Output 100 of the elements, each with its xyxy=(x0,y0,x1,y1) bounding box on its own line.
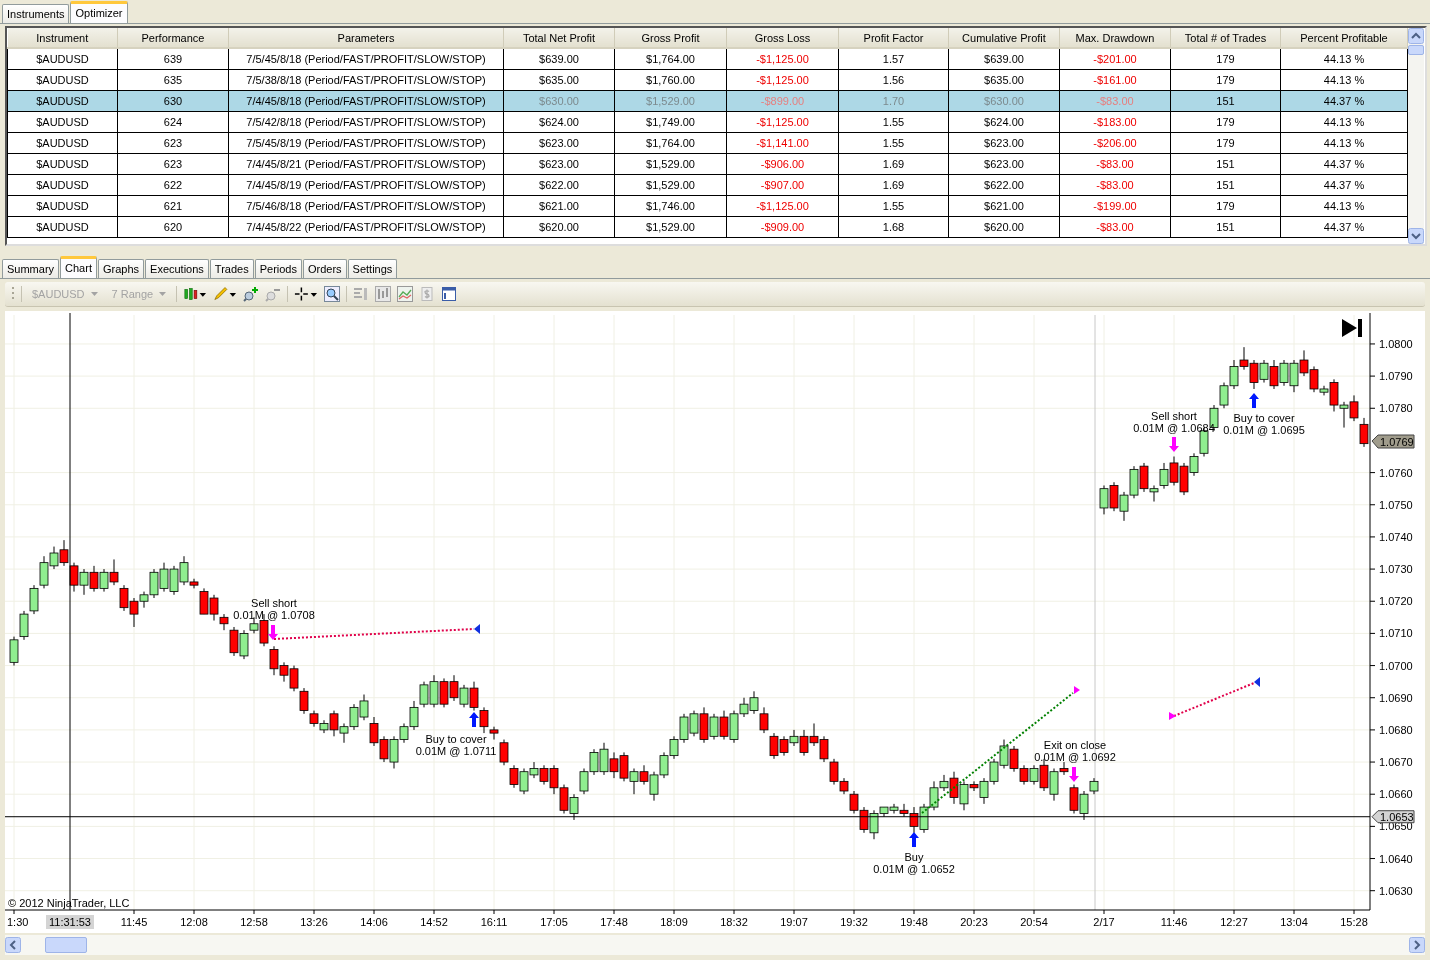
candle xyxy=(19,610,29,641)
scroll-up-icon[interactable] xyxy=(1408,28,1424,44)
view-tab[interactable]: Chart xyxy=(60,256,97,278)
result-row[interactable]: $AUDUSD 622 7/4/45/8/19 (Period/FAST/PROFIT/SLOW/STOP) $622.00 $1,529.00 -$907.00 1.69 $622.00 -$83.00 151 44.37 % xyxy=(7,174,1408,196)
table-cell: 1.57 xyxy=(838,48,949,70)
candlestick-icon[interactable] xyxy=(183,286,208,302)
scroll-down-icon[interactable] xyxy=(1408,228,1424,244)
result-row[interactable]: $AUDUSD 623 7/5/45/8/19 (Period/FAST/PROFIT/SLOW/STOP) $623.00 $1,764.00 -$1,141.00 1.55 $623.00 -$206.00 179 44.13 % xyxy=(7,132,1408,154)
price-axis-label: 1.0760 xyxy=(1379,466,1413,479)
price-axis-label: 1.0800 xyxy=(1379,337,1413,350)
column-header[interactable]: Total Net Profit xyxy=(503,28,615,48)
magnifier-icon[interactable] xyxy=(324,286,341,302)
table-cell: $635.00 xyxy=(948,69,1060,91)
table-cell: 7/5/45/8/19 (Period/FAST/PROFIT/SLOW/STOP) xyxy=(228,132,504,154)
table-cell: $623.00 xyxy=(948,132,1060,154)
candle xyxy=(709,713,719,741)
result-row[interactable]: $AUDUSD 620 7/4/45/8/22 (Period/FAST/PROFIT/SLOW/STOP) $620.00 $1,529.00 -$909.00 1.68 $620.00 -$83.00 151 44.37 % xyxy=(7,216,1408,238)
time-axis-label: 12:27 xyxy=(1220,916,1248,928)
candle xyxy=(919,803,929,834)
table-cell: -$161.00 xyxy=(1059,69,1171,91)
candle xyxy=(579,768,589,795)
candle xyxy=(609,751,619,779)
candle xyxy=(1069,784,1079,814)
result-row[interactable]: $AUDUSD 621 7/5/46/8/18 (Period/FAST/PROFIT/SLOW/STOP) $621.00 $1,746.00 -$1,125.00 1.55 $621.00 -$199.00 179 44.13 % xyxy=(7,195,1408,217)
time-axis-label: 14:52 xyxy=(420,916,448,928)
table-cell: $639.00 xyxy=(948,48,1060,70)
table-cell: 7/5/46/8/18 (Period/FAST/PROFIT/SLOW/STOP) xyxy=(228,195,504,217)
column-header[interactable]: Gross Profit xyxy=(614,28,727,48)
table-cell: -$83.00 xyxy=(1059,153,1171,175)
table-cell: -$206.00 xyxy=(1059,132,1171,154)
pencil-icon[interactable] xyxy=(213,286,238,302)
candle xyxy=(679,713,689,744)
scroll-thumb[interactable] xyxy=(45,937,87,953)
candle xyxy=(1269,359,1279,390)
column-header[interactable]: Gross Loss xyxy=(726,28,839,48)
zoom-in-icon[interactable] xyxy=(243,286,260,302)
candle xyxy=(1129,465,1139,499)
trade-action-label: Sell short xyxy=(251,597,297,609)
bars-icon[interactable] xyxy=(375,286,392,302)
view-tab[interactable]: Periods xyxy=(254,259,302,278)
column-header[interactable]: Performance xyxy=(117,28,229,48)
scroll-left-icon[interactable] xyxy=(5,937,21,953)
table-cell: 621 xyxy=(117,195,229,217)
candle xyxy=(159,562,169,593)
result-row[interactable]: $AUDUSD 630 7/4/45/8/18 (Period/FAST/PROFIT/SLOW/STOP) $630.00 $1,529.00 -$899.00 1.70 $630.00 -$83.00 151 44.37 % xyxy=(7,90,1408,112)
result-row[interactable]: $AUDUSD 639 7/5/45/8/18 (Period/FAST/PROFIT/SLOW/STOP) $639.00 $1,764.00 -$1,125.00 1.57 $639.00 -$201.00 179 44.13 % xyxy=(7,48,1408,70)
vertical-scrollbar[interactable] xyxy=(1408,28,1424,244)
scroll-to-end-icon[interactable] xyxy=(1342,319,1362,337)
table-cell: $1,749.00 xyxy=(614,111,727,133)
column-header[interactable]: Percent Profitable xyxy=(1280,28,1408,48)
crosshair-icon[interactable] xyxy=(294,286,319,302)
candle xyxy=(1359,417,1369,448)
panel-tab[interactable]: Instruments xyxy=(2,4,70,23)
view-tab[interactable]: Graphs xyxy=(97,259,145,278)
result-row[interactable]: $AUDUSD 635 7/5/38/8/18 (Period/FAST/PROFIT/SLOW/STOP) $635.00 $1,760.00 -$1,125.00 1.56 $635.00 -$161.00 179 44.13 % xyxy=(7,69,1408,91)
horizontal-scrollbar[interactable] xyxy=(5,935,1425,955)
table-cell: 620 xyxy=(117,216,229,238)
view-tab[interactable]: Orders xyxy=(303,259,347,278)
table-cell: 179 xyxy=(1170,195,1281,217)
column-header[interactable]: Max. Drawdown xyxy=(1059,28,1171,48)
trade-action-label: Buy to cover xyxy=(425,733,487,745)
line-chart-icon[interactable] xyxy=(397,286,414,302)
time-axis-label: 12:58 xyxy=(240,916,268,928)
candle xyxy=(439,677,449,708)
candle xyxy=(1109,481,1119,512)
zoom-out-icon[interactable] xyxy=(265,286,282,302)
time-axis-label: 20:54 xyxy=(1020,916,1048,928)
window-icon[interactable] xyxy=(441,286,458,302)
candle xyxy=(99,568,109,593)
column-header[interactable]: Total # of Trades xyxy=(1170,28,1281,48)
time-axis-label: 19:32 xyxy=(840,916,868,928)
panel-tab[interactable]: Optimizer xyxy=(70,1,128,23)
view-tab[interactable]: Executions xyxy=(145,259,209,278)
time-axis-label: 11:46 xyxy=(1160,916,1188,928)
column-header[interactable]: Instrument xyxy=(7,28,118,48)
table-cell: $620.00 xyxy=(503,216,615,238)
candle xyxy=(819,735,829,763)
table-cell: $639.00 xyxy=(503,48,615,70)
candle xyxy=(29,584,39,615)
candle xyxy=(1229,359,1239,390)
candle xyxy=(39,555,49,589)
view-tab[interactable]: Summary xyxy=(2,259,60,278)
sell-arrow-icon xyxy=(1069,767,1079,782)
view-tab[interactable]: Trades xyxy=(209,259,254,278)
candle xyxy=(59,539,69,567)
table-cell: 7/5/38/8/18 (Period/FAST/PROFIT/SLOW/STOP) xyxy=(228,69,504,91)
table-cell: 44.13 % xyxy=(1280,69,1408,91)
result-row[interactable]: $AUDUSD 623 7/4/45/8/21 (Period/FAST/PROFIT/SLOW/STOP) $623.00 $1,529.00 -$906.00 1.69 $623.00 -$83.00 151 44.37 % xyxy=(7,153,1408,175)
column-header[interactable]: Profit Factor xyxy=(838,28,949,48)
result-row[interactable]: $AUDUSD 624 7/5/42/8/18 (Period/FAST/PROFIT/SLOW/STOP) $624.00 $1,749.00 -$1,125.00 1.55 $624.00 -$183.00 179 44.13 % xyxy=(7,111,1408,133)
table-cell: $623.00 xyxy=(948,153,1060,175)
table-cell: 7/5/45/8/18 (Period/FAST/PROFIT/SLOW/STOP) xyxy=(228,48,504,70)
candle xyxy=(419,681,429,708)
scroll-thumb[interactable] xyxy=(1408,45,1424,55)
scroll-right-icon[interactable] xyxy=(1409,937,1425,953)
trade-fill-label: 0.01M @ 1.0692 xyxy=(1034,751,1116,763)
candle xyxy=(289,665,299,692)
column-header[interactable]: Parameters xyxy=(228,28,504,48)
column-header[interactable]: Cumulative Profit xyxy=(948,28,1060,48)
view-tab[interactable]: Settings xyxy=(347,259,398,278)
